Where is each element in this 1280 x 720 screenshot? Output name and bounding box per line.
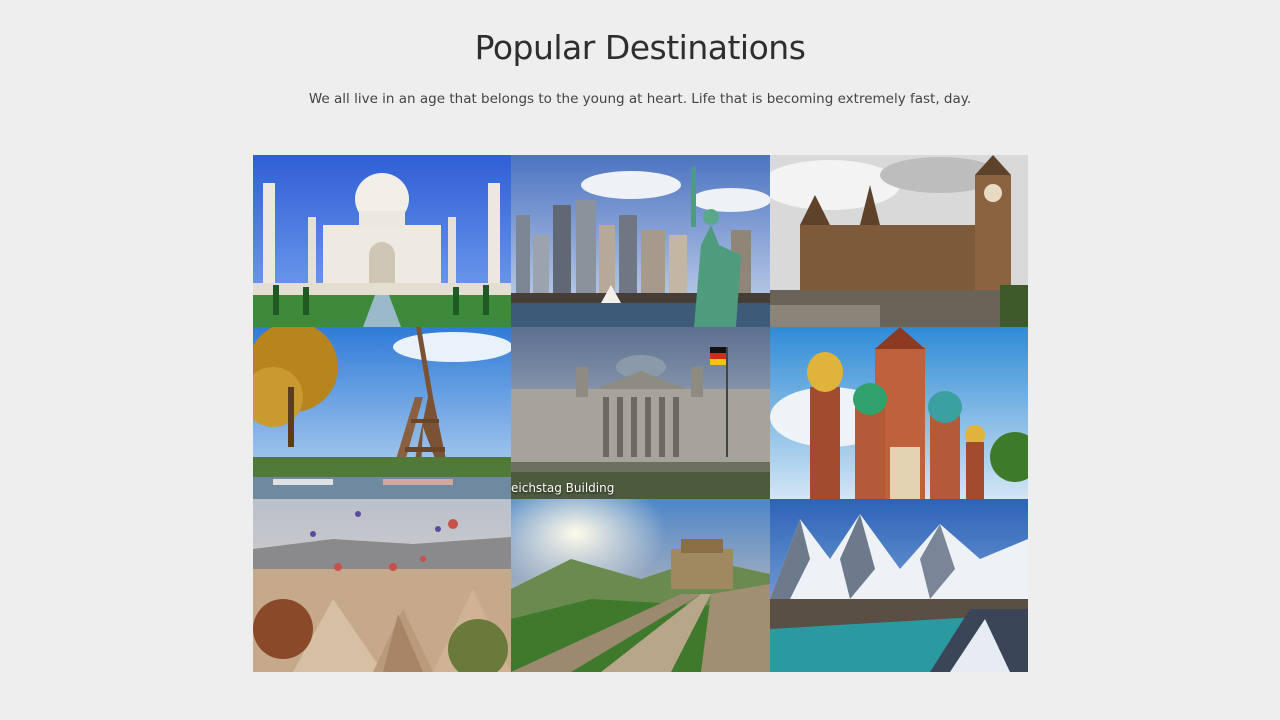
- destination-tile-himalayas[interactable]: [770, 499, 1028, 672]
- destination-tile-taj-mahal[interactable]: [253, 155, 511, 327]
- destination-tile-st-basils[interactable]: [770, 327, 1028, 499]
- destination-tile-great-wall[interactable]: [511, 499, 770, 672]
- destination-tile-cappadocia[interactable]: [253, 499, 511, 672]
- himalayas-image: [770, 499, 1028, 672]
- statue-of-liberty-image: [511, 155, 770, 327]
- great-wall-image: [511, 499, 770, 672]
- section-title: Popular Destinations: [474, 28, 806, 67]
- destinations-gallery: eichstag Building: [253, 155, 1028, 672]
- destination-caption: eichstag Building: [511, 481, 615, 495]
- section-subtitle: We all live in an age that belongs to th…: [308, 91, 972, 107]
- destination-tile-reichstag[interactable]: eichstag Building: [511, 327, 770, 499]
- destination-tile-eiffel-tower[interactable]: [253, 327, 511, 499]
- st-basils-image: [770, 327, 1028, 499]
- cappadocia-image: [253, 499, 511, 672]
- eiffel-tower-image: [253, 327, 511, 499]
- destination-tile-big-ben[interactable]: [770, 155, 1028, 327]
- reichstag-image: [511, 327, 770, 499]
- big-ben-image: [770, 155, 1028, 327]
- destination-tile-statue-of-liberty[interactable]: [511, 155, 770, 327]
- taj-mahal-image: [253, 155, 511, 327]
